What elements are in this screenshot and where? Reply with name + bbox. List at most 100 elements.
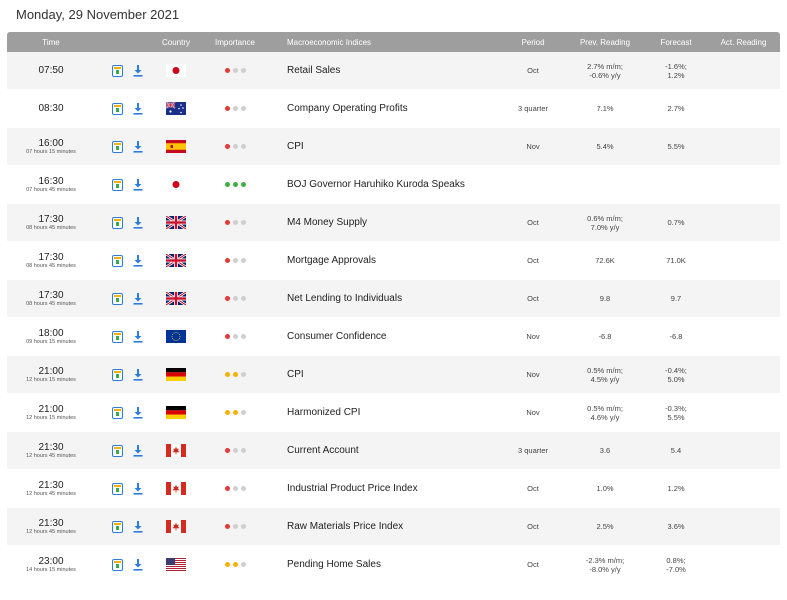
event-period: Oct (527, 560, 539, 569)
importance-dot (224, 106, 230, 111)
event-name[interactable]: Company Operating Profits (277, 103, 499, 114)
event-time-cell: 17:30 08 hours 45 minutes (7, 214, 95, 232)
calendar-icon[interactable] (111, 520, 123, 533)
event-prev-reading: 9.8 (567, 294, 643, 303)
download-icon[interactable] (133, 482, 143, 495)
download-icon[interactable] (133, 140, 143, 153)
importance-dot (224, 486, 230, 491)
download-icon[interactable] (133, 64, 143, 77)
importance-dot (240, 372, 246, 377)
prev-reading-line: 7.1% (596, 104, 614, 113)
table-row[interactable]: 16:00 07 hours 15 minutes CPI Nov 5.4% 5.5% (7, 128, 780, 166)
event-name[interactable]: M4 Money Supply (277, 217, 499, 228)
event-period: Oct (527, 218, 539, 227)
table-row[interactable]: 17:30 08 hours 45 minutes Mortgage Approva… (7, 242, 780, 280)
event-name[interactable]: Raw Materials Price Index (277, 521, 499, 532)
flag-canada-icon (166, 444, 186, 457)
event-prev-reading: 2.7% m/m; -0.6% y/y (567, 62, 643, 80)
table-row[interactable]: 21:30 12 hours 45 minutes Industrial Produ… (7, 470, 780, 508)
header-actual-reading[interactable]: Act. Reading (709, 38, 778, 47)
table-row[interactable]: 08:30 Company Operating Profits 3 quarter 7… (7, 90, 780, 128)
calendar-icon[interactable] (111, 482, 123, 495)
event-name[interactable]: Net Lending to Individuals (277, 293, 499, 304)
download-icon[interactable] (133, 406, 143, 419)
header-forecast[interactable]: Forecast (643, 38, 709, 47)
header-time[interactable]: Time (7, 38, 95, 47)
event-tools (95, 178, 159, 191)
importance-dot (224, 68, 230, 73)
download-icon[interactable] (133, 520, 143, 533)
download-icon[interactable] (133, 330, 143, 343)
table-row[interactable]: 23:00 14 hours 15 minutes Pending Home Sal… (7, 546, 780, 584)
table-row[interactable]: 17:30 08 hours 45 minutes Net Lending to I… (7, 280, 780, 318)
header-indices[interactable]: Macroeconomic Indices (277, 38, 499, 47)
download-icon[interactable] (133, 292, 143, 305)
table-row[interactable]: 07:50 Retail Sales Oct 2.7% m/m; -0.6% y/y -1… (7, 52, 780, 90)
event-time: 18:00 (38, 327, 64, 339)
calendar-icon[interactable] (111, 216, 123, 229)
download-icon[interactable] (133, 368, 143, 381)
calendar-icon[interactable] (111, 558, 123, 571)
event-forecast: 71.0K (643, 256, 709, 265)
forecast-line: 1.2% (667, 484, 685, 493)
importance-dot (240, 524, 246, 529)
download-icon[interactable] (133, 178, 143, 191)
page-date-title: Monday, 29 November 2021 (16, 7, 180, 22)
table-row[interactable]: 17:30 08 hours 45 minutes M4 Money Supply O… (7, 204, 780, 242)
header-importance[interactable]: Importance (193, 38, 277, 47)
flag-australia-icon (166, 102, 186, 115)
download-icon[interactable] (133, 102, 143, 115)
event-name[interactable]: Current Account (277, 445, 499, 456)
table-row[interactable]: 18:00 09 hours 15 minutes Consumer Confide… (7, 318, 780, 356)
calendar-icon[interactable] (111, 292, 123, 305)
event-time: 17:30 (38, 251, 64, 263)
forecast-line: 5.5% (667, 142, 685, 151)
event-time-cell: 21:00 12 hours 15 minutes (7, 404, 95, 422)
calendar-icon[interactable] (111, 330, 123, 343)
calendar-icon[interactable] (111, 140, 123, 153)
country-cell (159, 178, 193, 191)
event-name[interactable]: Harmonized CPI (277, 407, 499, 418)
download-icon[interactable] (133, 558, 143, 571)
event-name[interactable]: Mortgage Approvals (277, 255, 499, 266)
event-tools (95, 406, 159, 419)
event-name[interactable]: BOJ Governor Haruhiko Kuroda Speaks (277, 179, 499, 190)
table-row[interactable]: 21:30 12 hours 45 minutes Current Account 3… (7, 432, 780, 470)
calendar-icon[interactable] (111, 178, 123, 191)
calendar-icon[interactable] (111, 368, 123, 381)
calendar-icon[interactable] (111, 254, 123, 267)
calendar-icon[interactable] (111, 444, 123, 457)
download-icon[interactable] (133, 444, 143, 457)
flag-spain-icon (166, 140, 186, 153)
event-forecast: 9.7 (643, 294, 709, 303)
event-name[interactable]: CPI (277, 369, 499, 380)
calendar-icon[interactable] (111, 64, 123, 77)
table-row[interactable]: 21:30 12 hours 45 minutes Raw Materials Pr… (7, 508, 780, 546)
event-forecast: -6.8 (643, 332, 709, 341)
header-prev-reading[interactable]: Prev. Reading (567, 38, 643, 47)
download-icon[interactable] (133, 216, 143, 229)
header-period[interactable]: Period (499, 38, 567, 47)
event-tools (95, 140, 159, 153)
event-name[interactable]: Pending Home Sales (277, 559, 499, 570)
importance-indicator (193, 144, 277, 149)
event-forecast: 0.8%; -7.0% (643, 556, 709, 574)
calendar-icon[interactable] (111, 102, 123, 115)
table-row[interactable]: 21:00 12 hours 15 minutes Harmonized CPI No… (7, 394, 780, 432)
importance-dot (232, 258, 238, 263)
importance-dot (224, 182, 230, 187)
event-countdown: 09 hours 15 minutes (26, 338, 76, 345)
importance-indicator (193, 296, 277, 301)
flag-germany-icon (166, 368, 186, 381)
event-name[interactable]: CPI (277, 141, 499, 152)
event-name[interactable]: Retail Sales (277, 65, 499, 76)
calendar-icon[interactable] (111, 406, 123, 419)
importance-dot (232, 486, 238, 491)
importance-dot (240, 334, 246, 339)
table-row[interactable]: 21:00 12 hours 15 minutes CPI Nov 0.5% m/m; 4… (7, 356, 780, 394)
event-name[interactable]: Industrial Product Price Index (277, 483, 499, 494)
download-icon[interactable] (133, 254, 143, 267)
event-name[interactable]: Consumer Confidence (277, 331, 499, 342)
header-country[interactable]: Country (159, 38, 193, 47)
table-row[interactable]: 16:30 07 hours 45 minutes BOJ Governor Har… (7, 166, 780, 204)
